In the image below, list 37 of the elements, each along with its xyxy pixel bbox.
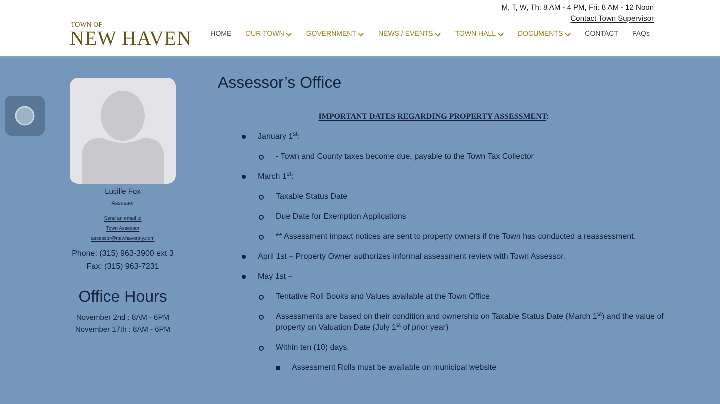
list-item-text: ** Assessment impact notices are sent to property owners if the Town has conducted a reassessment. xyxy=(276,231,636,242)
bullet-icon xyxy=(242,255,246,259)
logo-text[interactable]: NEW HAVEN xyxy=(70,29,192,49)
list-item-text: Taxable Status Date xyxy=(276,191,348,202)
bullet-icon xyxy=(259,295,264,300)
circle-icon xyxy=(15,106,35,126)
bullet-icon xyxy=(259,235,264,240)
chevron-down-icon xyxy=(358,32,364,37)
list-item-text: January 1$^{st}$: xyxy=(258,131,300,142)
list-item-text: - Town and County taxes become due, payable to the Town Tax Collector xyxy=(276,151,534,162)
office-hours-heading: Office Hours xyxy=(78,288,168,308)
bullet-icon xyxy=(242,135,246,139)
list-item-text: Within ten (10) days, xyxy=(276,342,350,353)
bullet-icon xyxy=(242,275,246,279)
fax-text: Fax: (315) 963-7231 xyxy=(86,261,160,273)
bullet-icon xyxy=(259,346,264,351)
list-item-text: March 1$^{st}$: xyxy=(258,171,294,182)
bullet-icon xyxy=(259,155,264,160)
list-item-text: Tentative Roll Books and Values available at the Town Office xyxy=(276,291,490,302)
page-title: Assessor’s Office xyxy=(218,74,343,94)
phone-text: Phone: (315) 963-3900 ext 3 xyxy=(72,248,174,260)
chevron-down-icon xyxy=(498,32,504,37)
list-item-text: April 1st – Property Owner authorizes informal assessment review with Town Assessor. xyxy=(258,251,566,262)
list-item-text: Due Date for Exemption Applications xyxy=(276,211,406,222)
chevron-down-icon xyxy=(565,32,572,37)
bullet-icon xyxy=(259,215,264,220)
list-item-text: Assessments are based on their condition and ownership on Taxable Status Date (March 1$^{st}$) and the value of property on Valuation Date (July 1$^{st}$ of prior year) xyxy=(276,311,665,333)
floating-button[interactable] xyxy=(5,96,45,136)
bullet-icon xyxy=(242,175,246,179)
bullet-icon xyxy=(276,366,280,370)
bullet-icon xyxy=(259,195,264,200)
chevron-down-icon xyxy=(286,32,292,37)
bullet-icon xyxy=(259,315,264,320)
section-heading: IMPORTANT DATES REGARDING PROPERTY ASSESSMENT: xyxy=(318,111,550,123)
chevron-down-icon xyxy=(435,32,442,37)
list-item-text: May 1st – xyxy=(258,271,293,282)
list-item-text: Assessment Rolls must be available on municipal website xyxy=(292,362,497,373)
